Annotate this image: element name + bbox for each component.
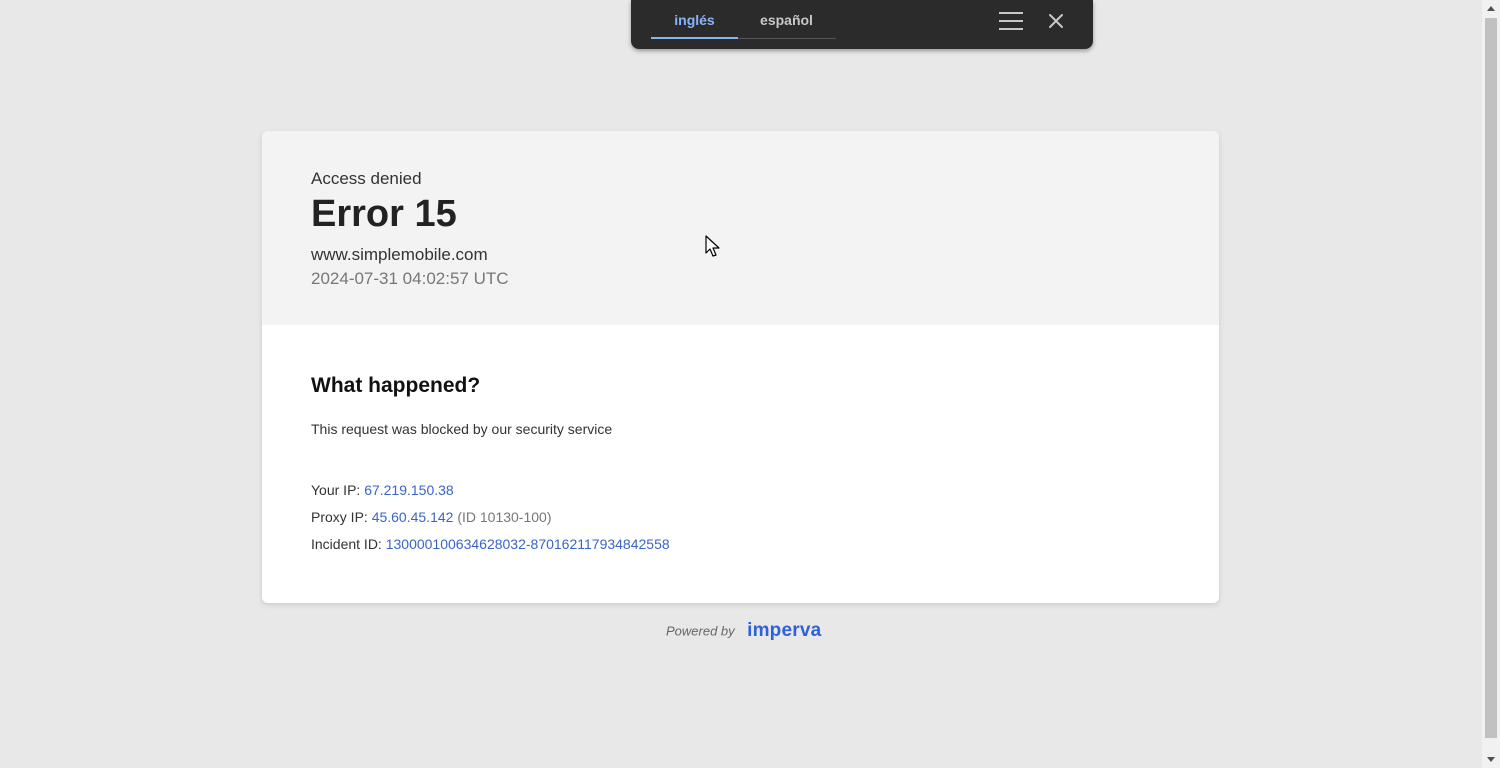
proxy-ip-line: Proxy IP: 45.60.45.142 (ID 10130-100) <box>311 509 552 525</box>
vertical-scrollbar[interactable] <box>1482 0 1500 768</box>
incident-id-label: Incident ID: <box>311 536 382 552</box>
access-denied-label: Access denied <box>311 169 422 188</box>
tab-ingles[interactable]: inglés <box>651 0 738 40</box>
card-header: Access denied Error 15 www.simplemobile.… <box>262 131 1219 325</box>
incident-id-value: 130000100634628032-870162117934842558 <box>385 536 670 552</box>
powered-by: Powered by imperva <box>666 620 821 644</box>
menu-icon[interactable] <box>999 12 1023 30</box>
page: inglés español Access denied Error 15 ww… <box>0 0 1500 768</box>
proxy-ip-value: 45.60.45.142 <box>371 509 454 525</box>
your-ip-label: Your IP: <box>311 482 361 498</box>
page-title: Error 15 <box>311 193 457 235</box>
tab-divider <box>738 38 836 39</box>
proxy-id: (ID 10130-100) <box>457 509 552 525</box>
proxy-ip-label: Proxy IP: <box>311 509 368 525</box>
active-tab-indicator <box>651 37 738 39</box>
translate-toolbar: inglés español <box>631 0 1093 49</box>
block-description: This request was blocked by our security… <box>311 421 613 437</box>
what-happened-heading: What happened? <box>311 374 481 397</box>
error-card: Access denied Error 15 www.simplemobile.… <box>262 131 1219 603</box>
scrollbar-thumb[interactable] <box>1485 18 1497 738</box>
scroll-up-arrow-icon[interactable] <box>1482 0 1500 17</box>
powered-by-text: Powered by <box>666 623 735 639</box>
mouse-cursor-icon <box>705 235 721 259</box>
close-icon[interactable] <box>1046 11 1066 31</box>
timestamp: 2024-07-31 04:02:57 UTC <box>311 269 509 288</box>
domain-text: www.simplemobile.com <box>311 245 488 264</box>
tab-espanol[interactable]: español <box>743 0 830 40</box>
imperva-logo[interactable]: imperva <box>747 620 821 641</box>
incident-id-line: Incident ID: 130000100634628032-87016211… <box>311 536 670 552</box>
your-ip-value: 67.219.150.38 <box>364 482 454 498</box>
scroll-down-arrow-icon[interactable] <box>1482 751 1500 768</box>
your-ip-line: Your IP: 67.219.150.38 <box>311 482 454 498</box>
